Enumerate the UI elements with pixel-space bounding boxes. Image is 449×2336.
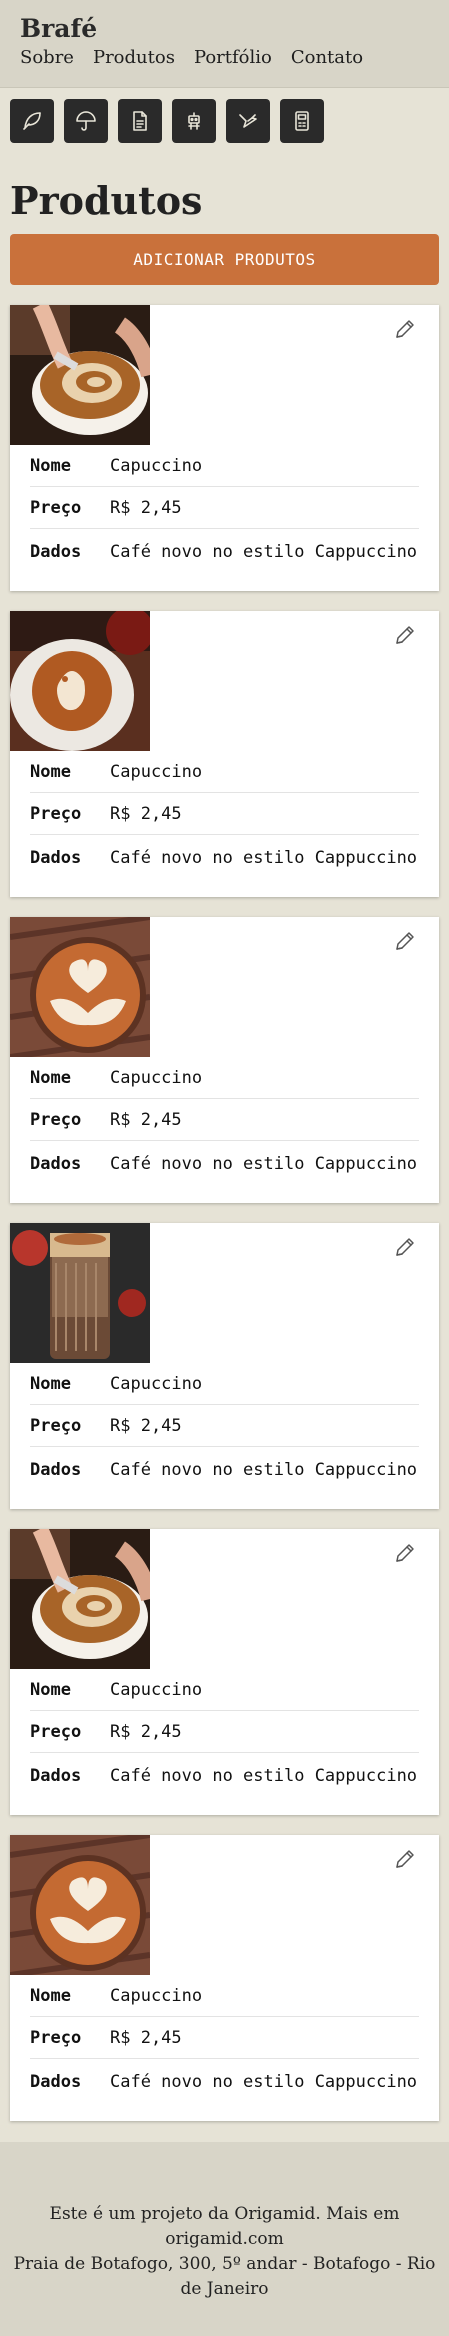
product-price-value: R$ 2,45 xyxy=(110,2027,182,2048)
product-image xyxy=(10,1835,150,1975)
product-name-value: Capuccino xyxy=(110,1067,203,1088)
product-name-row: Nome Capuccino xyxy=(30,1975,419,2017)
product-description-label: Dados xyxy=(30,1460,82,1480)
product-price-row: Preço R$ 2,45 xyxy=(30,1099,419,1141)
product-card: Nome Capuccino Preço R$ 2,45 Dados Café novo … xyxy=(10,305,439,591)
product-name-row: Nome Capuccino xyxy=(30,1669,419,1711)
product-price-value: R$ 2,45 xyxy=(110,803,182,824)
pencil-icon[interactable] xyxy=(391,1539,419,1567)
icon-toolbar xyxy=(10,99,334,143)
product-price-label: Preço xyxy=(30,497,82,518)
product-description-row: Dados Café novo no estilo Cappuccino xyxy=(30,2059,419,2093)
site-footer: Este é um projeto da Origamid. Mais em o… xyxy=(0,2142,449,2336)
feather-icon[interactable] xyxy=(10,99,54,143)
product-name-row: Nome Capuccino xyxy=(30,1363,419,1405)
robot-icon[interactable] xyxy=(172,99,216,143)
product-details: Nome Capuccino Preço R$ 2,45 Dados Café novo … xyxy=(30,1363,419,1481)
product-price-row: Preço R$ 2,45 xyxy=(30,1405,419,1447)
pencil-icon[interactable] xyxy=(391,1233,419,1261)
product-list: Nome Capuccino Preço R$ 2,45 Dados Café novo … xyxy=(10,305,439,2141)
product-name-value: Capuccino xyxy=(110,761,203,782)
footer-address: Praia de Botafogo, 300, 5º andar - Botaf… xyxy=(13,2254,436,2299)
product-name-label: Nome xyxy=(30,1679,71,1700)
product-card: Nome Capuccino Preço R$ 2,45 Dados Café novo … xyxy=(10,611,439,897)
nav-link-contato[interactable]: Contato xyxy=(291,47,363,68)
product-name-value: Capuccino xyxy=(110,1373,203,1394)
calculator-icon[interactable] xyxy=(280,99,324,143)
product-description-value: Café novo no estilo Cappuccino xyxy=(110,1154,418,1174)
product-name-label: Nome xyxy=(30,455,71,476)
add-products-button[interactable]: ADICIONAR PRODUTOS xyxy=(10,234,439,285)
site-header: Brafé Sobre Produtos Portfólio Contato xyxy=(0,0,449,88)
main-nav: Sobre Produtos Portfólio Contato xyxy=(20,47,382,68)
product-details: Nome Capuccino Preço R$ 2,45 Dados Café novo … xyxy=(30,1669,419,1787)
product-image xyxy=(10,1223,150,1363)
product-description-value: Café novo no estilo Cappuccino xyxy=(110,2072,418,2092)
product-description-row: Dados Café novo no estilo Cappuccino xyxy=(30,1141,419,1175)
nav-link-produtos[interactable]: Produtos xyxy=(93,47,175,68)
product-name-value: Capuccino xyxy=(110,1679,203,1700)
product-details: Nome Capuccino Preço R$ 2,45 Dados Café novo … xyxy=(30,445,419,563)
product-description-value: Café novo no estilo Cappuccino xyxy=(110,1766,418,1786)
product-price-value: R$ 2,45 xyxy=(110,1721,182,1742)
product-description-label: Dados xyxy=(30,2072,82,2092)
product-image xyxy=(10,305,150,445)
product-name-label: Nome xyxy=(30,1067,71,1088)
product-price-row: Preço R$ 2,45 xyxy=(30,1711,419,1753)
product-name-row: Nome Capuccino xyxy=(30,445,419,487)
footer-credit: Este é um projeto da Origamid. Mais em o… xyxy=(49,2204,400,2249)
pencil-icon[interactable] xyxy=(391,927,419,955)
product-description-value: Café novo no estilo Cappuccino xyxy=(110,848,418,868)
product-price-row: Preço R$ 2,45 xyxy=(30,2017,419,2059)
pencil-icon[interactable] xyxy=(391,1845,419,1873)
product-name-row: Nome Capuccino xyxy=(30,751,419,793)
product-description-value: Café novo no estilo Cappuccino xyxy=(110,1460,418,1480)
product-image xyxy=(10,1529,150,1669)
bird-icon[interactable] xyxy=(226,99,270,143)
product-name-value: Capuccino xyxy=(110,455,203,476)
product-details: Nome Capuccino Preço R$ 2,45 Dados Café novo … xyxy=(30,1975,419,2093)
product-name-row: Nome Capuccino xyxy=(30,1057,419,1099)
product-description-value: Café novo no estilo Cappuccino xyxy=(110,542,418,562)
pencil-icon[interactable] xyxy=(391,315,419,343)
product-card: Nome Capuccino Preço R$ 2,45 Dados Café novo … xyxy=(10,1223,439,1509)
page: Brafé Sobre Produtos Portfólio Contato P… xyxy=(0,0,449,2336)
product-description-row: Dados Café novo no estilo Cappuccino xyxy=(30,1447,419,1481)
product-name-label: Nome xyxy=(30,1373,71,1394)
product-description-label: Dados xyxy=(30,848,82,868)
product-name-label: Nome xyxy=(30,1985,71,2006)
pencil-icon[interactable] xyxy=(391,621,419,649)
product-description-row: Dados Café novo no estilo Cappuccino xyxy=(30,529,419,563)
product-price-value: R$ 2,45 xyxy=(110,1109,182,1130)
product-card: Nome Capuccino Preço R$ 2,45 Dados Café novo … xyxy=(10,917,439,1203)
product-description-label: Dados xyxy=(30,1766,82,1786)
page-title: Produtos xyxy=(10,178,203,223)
product-card: Nome Capuccino Preço R$ 2,45 Dados Café novo … xyxy=(10,1529,439,1815)
nav-link-portfolio[interactable]: Portfólio xyxy=(194,47,272,68)
product-price-value: R$ 2,45 xyxy=(110,1415,182,1436)
product-price-value: R$ 2,45 xyxy=(110,497,182,518)
brand-logo[interactable]: Brafé xyxy=(20,14,97,43)
product-price-row: Preço R$ 2,45 xyxy=(30,487,419,529)
product-description-row: Dados Café novo no estilo Cappuccino xyxy=(30,835,419,869)
document-icon[interactable] xyxy=(118,99,162,143)
product-card: Nome Capuccino Preço R$ 2,45 Dados Café novo … xyxy=(10,1835,439,2121)
product-details: Nome Capuccino Preço R$ 2,45 Dados Café novo … xyxy=(30,1057,419,1175)
product-image xyxy=(10,917,150,1057)
product-name-value: Capuccino xyxy=(110,1985,203,2006)
product-price-label: Preço xyxy=(30,2027,82,2048)
product-name-label: Nome xyxy=(30,761,71,782)
product-price-label: Preço xyxy=(30,1721,82,1742)
product-details: Nome Capuccino Preço R$ 2,45 Dados Café novo … xyxy=(30,751,419,869)
product-description-label: Dados xyxy=(30,542,82,562)
umbrella-icon[interactable] xyxy=(64,99,108,143)
product-price-row: Preço R$ 2,45 xyxy=(30,793,419,835)
product-image xyxy=(10,611,150,751)
product-description-label: Dados xyxy=(30,1154,82,1174)
product-description-row: Dados Café novo no estilo Cappuccino xyxy=(30,1753,419,1787)
product-price-label: Preço xyxy=(30,803,82,824)
product-price-label: Preço xyxy=(30,1109,82,1130)
product-price-label: Preço xyxy=(30,1415,82,1436)
nav-link-sobre[interactable]: Sobre xyxy=(20,47,74,68)
